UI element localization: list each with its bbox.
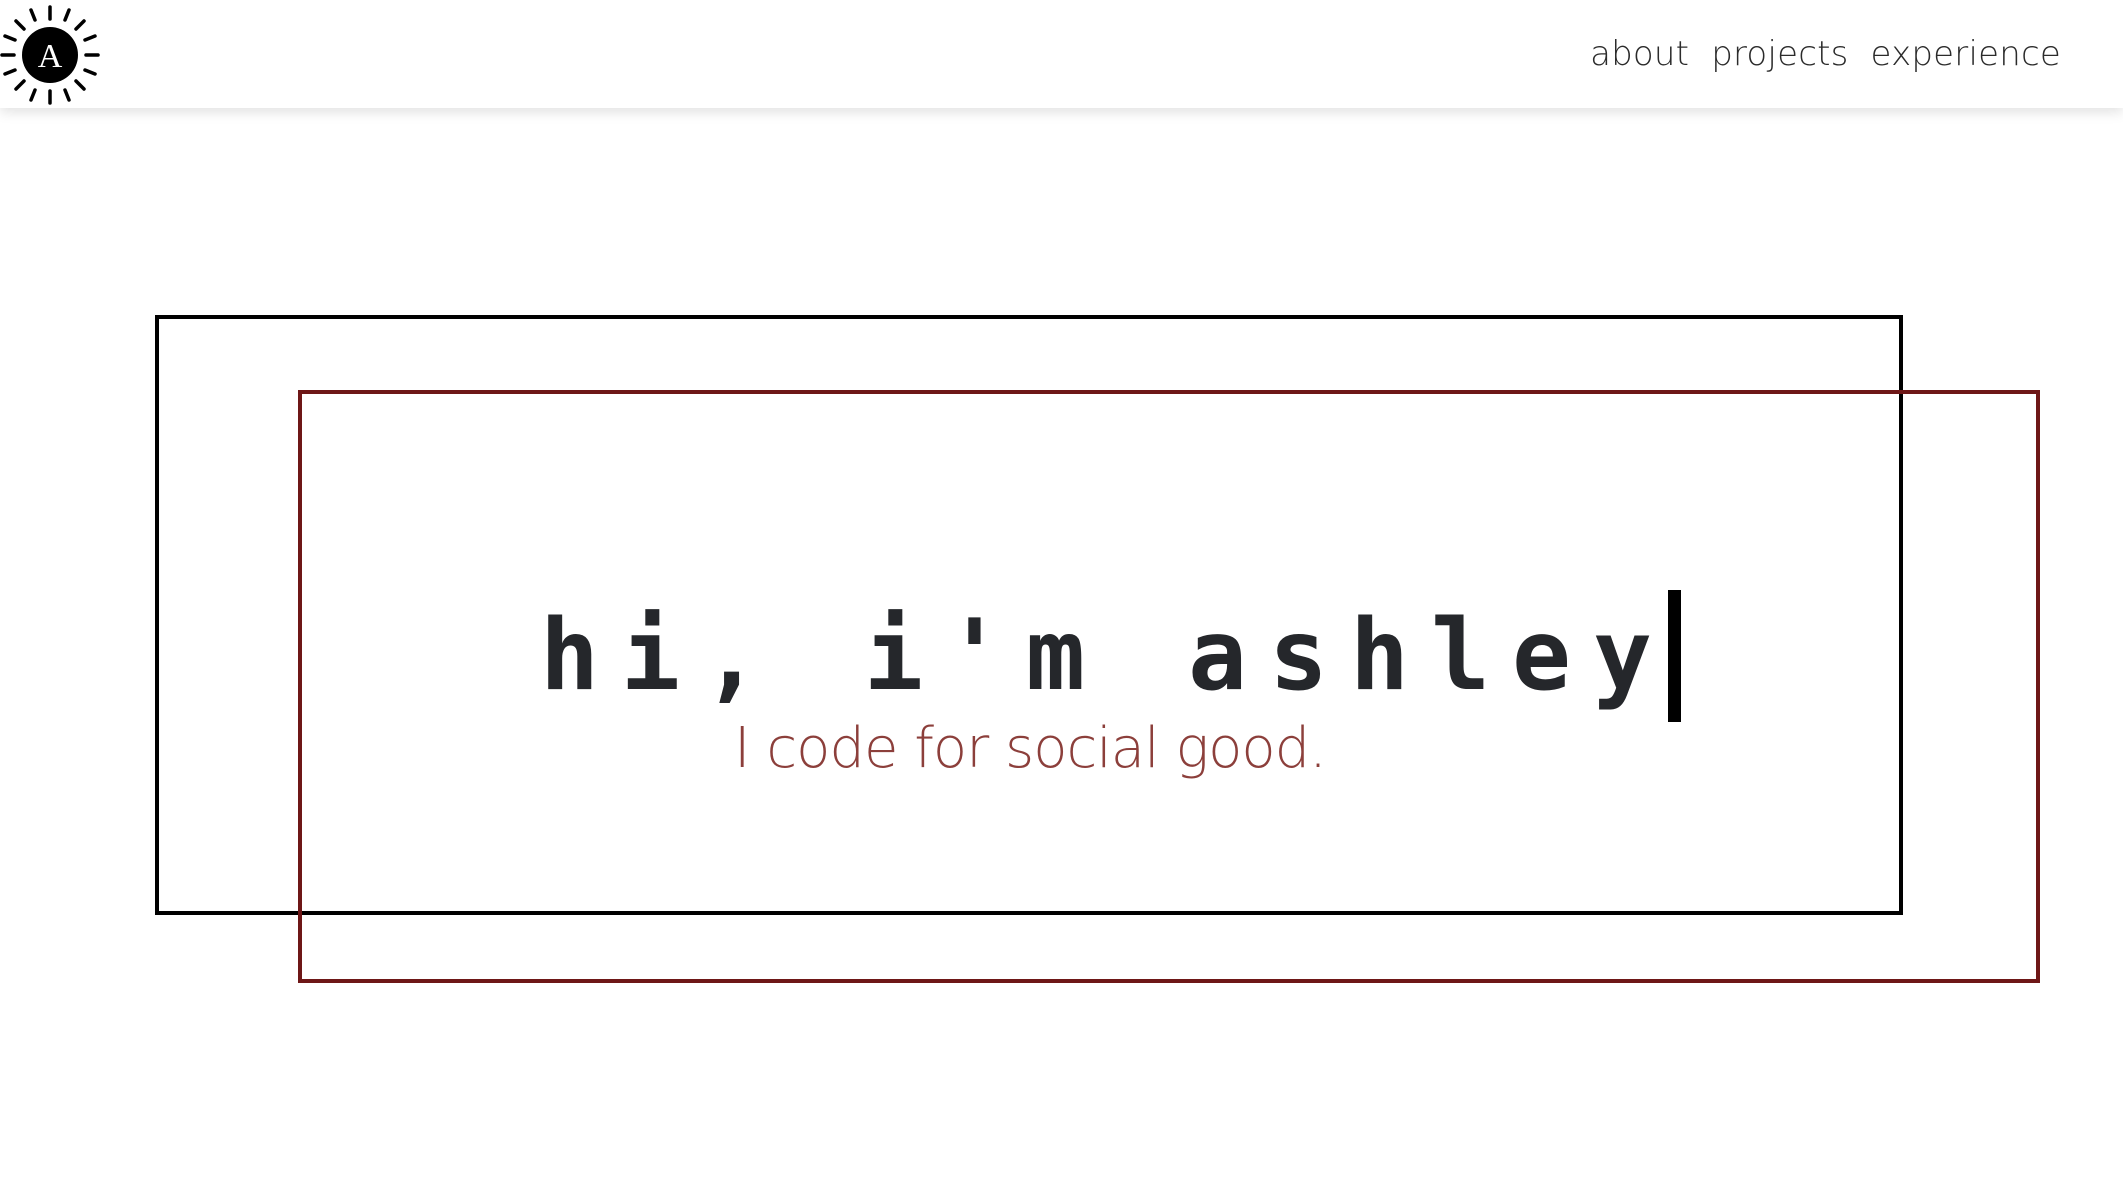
logo-letter: A <box>38 38 63 75</box>
nav-links: about projects experience <box>1590 0 2061 108</box>
nav-link-projects[interactable]: projects <box>1711 34 1848 74</box>
nav-link-about[interactable]: about <box>1590 34 1689 74</box>
hero-subtitle: I code for social good. <box>734 716 1327 781</box>
sun-logo-icon[interactable]: A <box>0 5 100 105</box>
hero-title-text: hi, i'm ashley <box>540 598 1675 713</box>
hero-title: hi, i'm ashley <box>540 586 1682 726</box>
nav-link-experience[interactable]: experience <box>1871 34 2061 74</box>
top-navbar: A about projects experience <box>0 0 2123 108</box>
sun-icon: A <box>0 5 100 105</box>
typing-cursor <box>1668 589 1682 722</box>
